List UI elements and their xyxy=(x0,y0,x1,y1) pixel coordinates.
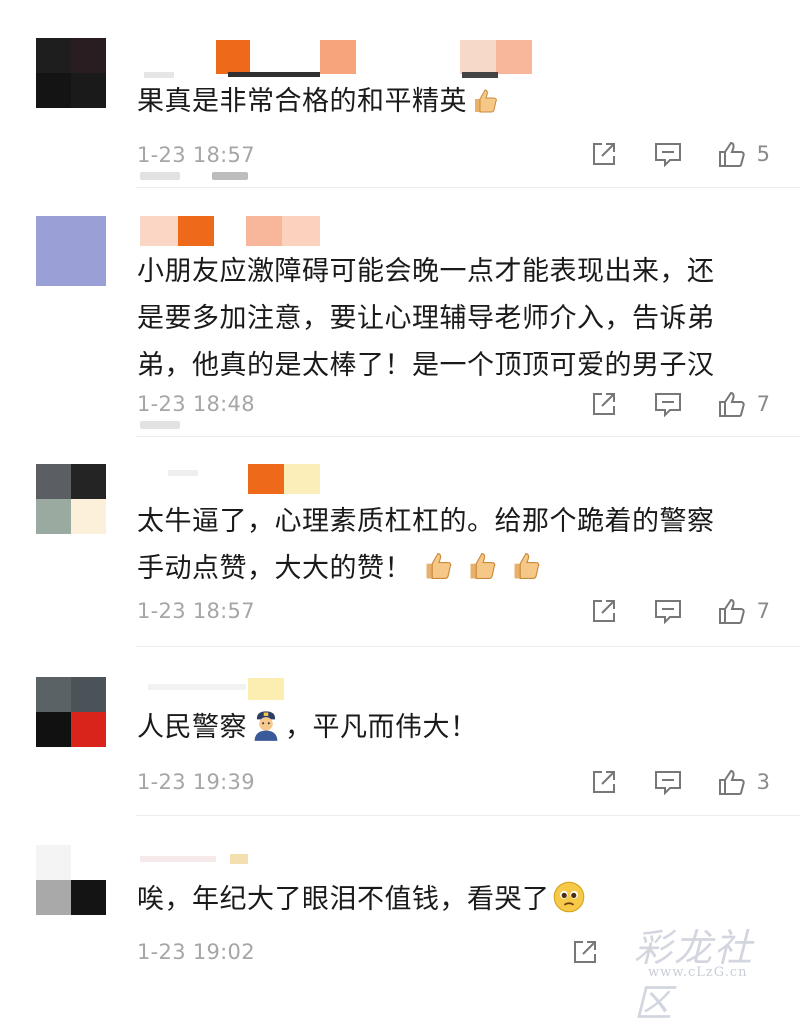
comment-text: 唉，年纪大了眼泪不值钱，看哭了 xyxy=(137,876,777,923)
comment-actions: 7 xyxy=(555,595,770,627)
police-officer-emoji xyxy=(249,708,283,742)
comment-actions: 3 xyxy=(555,766,770,798)
share-icon[interactable] xyxy=(589,389,619,419)
comment-time: 1-23 19:02 xyxy=(137,940,255,964)
comment-icon[interactable] xyxy=(653,389,683,419)
thumbs-up-emoji xyxy=(422,549,456,583)
comment-text: 太牛逼了，心理素质杠杠的。给那个跪着的警察 手动点赞，大大的赞！ xyxy=(137,506,715,584)
thumbs-up-icon[interactable] xyxy=(717,389,747,419)
share-icon[interactable] xyxy=(589,139,619,169)
comment-time: 1-23 19:39 xyxy=(137,770,255,794)
thumbs-up-icon[interactable] xyxy=(717,767,747,797)
comment-actions xyxy=(536,936,600,968)
avatar[interactable] xyxy=(36,845,106,915)
avatar[interactable] xyxy=(36,38,106,108)
share-icon[interactable] xyxy=(570,937,600,967)
watermark: 彩龙社区 www.cLzG.cn xyxy=(634,926,755,1025)
share-icon[interactable] xyxy=(589,767,619,797)
comment-text: 人民警察 ，平凡而伟大！ xyxy=(137,704,777,751)
comment-time: 1-23 18:57 xyxy=(137,143,255,167)
comment-icon[interactable] xyxy=(653,767,683,797)
pleading-face-emoji xyxy=(552,880,586,914)
comment-actions: 5 xyxy=(555,138,770,170)
username[interactable] xyxy=(138,38,558,80)
comment-text: 小朋友应激障碍可能会晚一点才能表现出来，还 是要多加注意，要让心理辅导老师介入，… xyxy=(137,256,715,381)
thumbs-up-emoji xyxy=(510,549,544,583)
thumbs-up-emoji xyxy=(466,549,500,583)
share-icon[interactable] xyxy=(589,596,619,626)
comment-time: 1-23 18:48 xyxy=(137,392,255,416)
comment-actions: 7 xyxy=(555,388,770,420)
like-count: 7 xyxy=(756,599,770,623)
thumbs-up-icon[interactable] xyxy=(717,139,747,169)
like-count: 7 xyxy=(756,392,770,416)
like-count: 3 xyxy=(756,770,770,794)
thumbs-up-emoji xyxy=(471,84,501,114)
thumbs-up-icon[interactable] xyxy=(717,596,747,626)
comment-icon[interactable] xyxy=(653,596,683,626)
like-count: 5 xyxy=(756,142,770,166)
avatar[interactable] xyxy=(36,216,106,286)
comment-icon[interactable] xyxy=(653,139,683,169)
avatar[interactable] xyxy=(36,464,106,534)
avatar[interactable] xyxy=(36,677,106,747)
comment-time: 1-23 18:57 xyxy=(137,599,255,623)
comment-text: 果真是非常合格的和平精英 xyxy=(137,78,777,125)
